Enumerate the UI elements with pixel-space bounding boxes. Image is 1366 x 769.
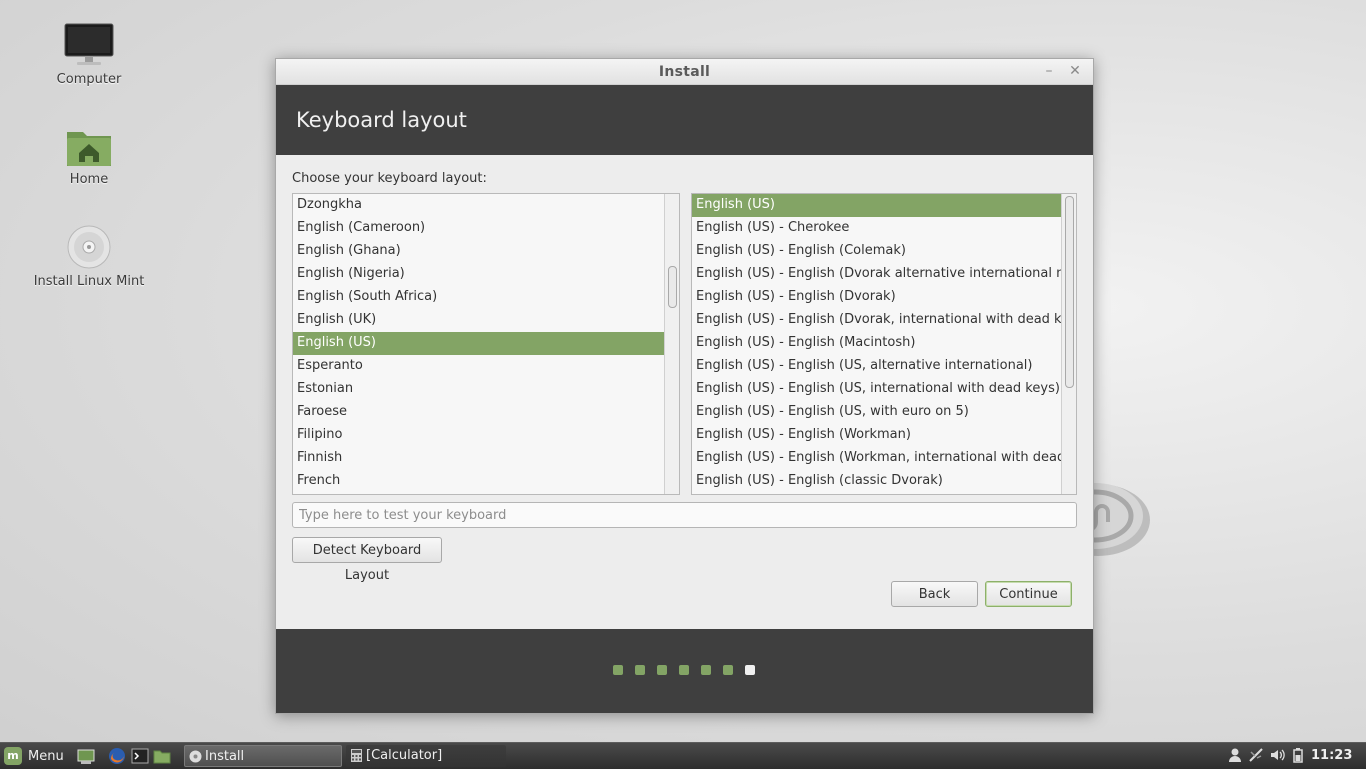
task-label: [Calculator] [366, 748, 443, 763]
clock: 11:23 [1311, 748, 1353, 763]
list-item[interactable]: Filipino [293, 424, 679, 447]
progress-step-dot [745, 665, 755, 675]
progress-step-dot [613, 665, 623, 675]
keyboard-test-input[interactable] [292, 502, 1077, 528]
progress-step-dot [701, 665, 711, 675]
menu-button[interactable]: m Menu [4, 746, 64, 766]
list-item[interactable]: English (US) - English (Dvorak, internat… [692, 309, 1076, 332]
battery-icon[interactable] [1290, 747, 1306, 763]
window-title: Install [658, 64, 711, 80]
variant-list[interactable]: English (US) English (US) - Cherokee Engli… [691, 193, 1077, 495]
user-icon[interactable] [1227, 747, 1243, 763]
list-item[interactable]: English (US) - English (Workman) [692, 424, 1076, 447]
list-item[interactable]: English (UK) [293, 309, 679, 332]
list-item[interactable]: English (South Africa) [293, 286, 679, 309]
disc-icon [67, 225, 111, 269]
list-item[interactable]: English (US) - English (classic Dvorak) [692, 470, 1076, 493]
show-desktop-icon[interactable] [77, 747, 95, 765]
firefox-icon[interactable] [108, 747, 126, 765]
calculator-icon [351, 749, 362, 762]
task-label: Install [205, 749, 245, 764]
list-item[interactable]: English (Nigeria) [293, 263, 679, 286]
volume-icon[interactable] [1269, 747, 1285, 763]
progress-step-dot [679, 665, 689, 675]
list-item[interactable]: English (US) - English (Workman, interna… [692, 447, 1076, 470]
layout-list-scrollbar[interactable] [664, 194, 679, 494]
monitor-icon [64, 23, 114, 65]
task-install[interactable]: Install [184, 745, 342, 767]
minimize-icon[interactable]: – [1039, 59, 1059, 84]
variant-list-scroll-thumb[interactable] [1065, 196, 1074, 388]
detect-layout-button[interactable]: Detect Keyboard Layout [292, 537, 442, 583]
list-item[interactable]: French [293, 470, 679, 493]
page-heading: Keyboard layout [276, 85, 1093, 155]
variant-list-scrollbar[interactable] [1061, 194, 1076, 494]
progress-step-dot [657, 665, 667, 675]
menu-label: Menu [28, 748, 64, 764]
list-item[interactable]: English (Ghana) [293, 240, 679, 263]
network-icon[interactable] [1248, 747, 1264, 763]
list-item[interactable]: Dzongkha [293, 194, 679, 217]
mint-logo-icon: m [4, 747, 22, 765]
home-folder-icon [67, 132, 111, 166]
desktop-icon-label: Install Linux Mint [33, 274, 145, 289]
list-item[interactable]: English (US) - English (Colemak) [692, 240, 1076, 263]
list-item[interactable]: Esperanto [293, 355, 679, 378]
layout-list[interactable]: Dzongkha English (Cameroon) English (Ghana… [292, 193, 680, 495]
desktop-icon-computer[interactable]: Computer [29, 22, 149, 87]
terminal-icon[interactable] [131, 747, 149, 765]
layout-list-scroll-thumb[interactable] [668, 266, 677, 308]
list-item[interactable]: English (US) - English (US, alternative … [692, 355, 1076, 378]
desktop-icon-install[interactable]: Install Linux Mint [29, 224, 149, 289]
taskbar: m Menu Install [Calculator] 11:23 [0, 742, 1366, 769]
back-button[interactable]: Back [891, 581, 978, 607]
list-item[interactable]: English (US) [692, 194, 1076, 217]
progress-footer [276, 629, 1093, 713]
desktop-icon-label: Computer [56, 72, 122, 87]
installer-window: Install – ✕ Keyboard layout Choose your … [275, 58, 1094, 714]
list-item[interactable]: English (US) - English (US, with euro on… [692, 401, 1076, 424]
list-item[interactable]: Faroese [293, 401, 679, 424]
list-item[interactable]: English (US) - English (Dvorak alternati… [692, 263, 1076, 286]
desktop-icon-label: Home [69, 172, 109, 187]
files-icon[interactable] [153, 747, 171, 765]
task-calculator[interactable]: [Calculator] [346, 745, 506, 767]
progress-step-dot [723, 665, 733, 675]
list-item[interactable]: English (US) - English (Macintosh) [692, 332, 1076, 355]
progress-dots [613, 665, 755, 675]
list-item[interactable]: English (US) - English (US, internationa… [692, 378, 1076, 401]
progress-step-dot [635, 665, 645, 675]
list-item[interactable]: English (US) [293, 332, 679, 355]
list-item[interactable]: English (US) - Cherokee [692, 217, 1076, 240]
list-item[interactable]: Finnish [293, 447, 679, 470]
disc-icon [189, 750, 202, 763]
desktop-icon-home[interactable]: Home [29, 126, 149, 187]
list-item[interactable]: English (Cameroon) [293, 217, 679, 240]
layout-prompt: Choose your keyboard layout: [292, 171, 487, 186]
list-item[interactable]: Estonian [293, 378, 679, 401]
list-item[interactable]: English (US) - English (Dvorak) [692, 286, 1076, 309]
continue-button[interactable]: Continue [985, 581, 1072, 607]
titlebar[interactable]: Install – ✕ [276, 59, 1093, 85]
close-icon[interactable]: ✕ [1065, 59, 1085, 84]
